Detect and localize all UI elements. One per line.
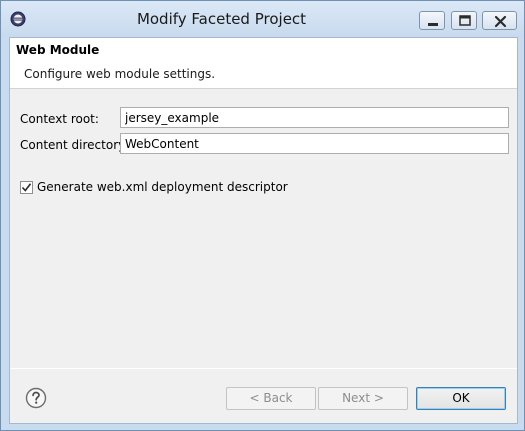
back-button[interactable]: < Back — [226, 387, 316, 410]
minimize-icon — [428, 23, 438, 26]
content-directory-input[interactable] — [120, 133, 509, 154]
close-icon — [494, 15, 507, 28]
title-bar[interactable]: Modify Faceted Project — [1, 1, 524, 37]
checkmark-icon — [21, 183, 32, 192]
context-root-input[interactable] — [120, 107, 509, 128]
help-icon[interactable] — [25, 387, 47, 409]
wizard-banner: Web Module Configure web module settings… — [10, 38, 517, 89]
footer-separator — [10, 368, 517, 369]
generate-descriptor-checkbox[interactable] — [20, 181, 33, 194]
close-button[interactable] — [482, 11, 517, 30]
next-button[interactable]: Next > — [318, 387, 408, 410]
page-description: Configure web module settings. — [24, 67, 216, 81]
content-directory-label: Content directory: — [20, 138, 129, 152]
ok-button[interactable]: OK — [416, 387, 506, 410]
context-root-label: Context root: — [20, 112, 99, 126]
page-title: Web Module — [16, 43, 100, 57]
generate-descriptor-label[interactable]: Generate web.xml deployment descriptor — [37, 180, 288, 194]
window-title: Modify Faceted Project — [136, 10, 307, 28]
maximize-button[interactable] — [451, 11, 477, 30]
minimize-button[interactable] — [419, 11, 445, 30]
maximize-icon — [459, 15, 471, 26]
dialog-window: Modify Faceted Project Web Module Config… — [0, 0, 525, 431]
dialog-client-area: Web Module Configure web module settings… — [9, 37, 518, 424]
